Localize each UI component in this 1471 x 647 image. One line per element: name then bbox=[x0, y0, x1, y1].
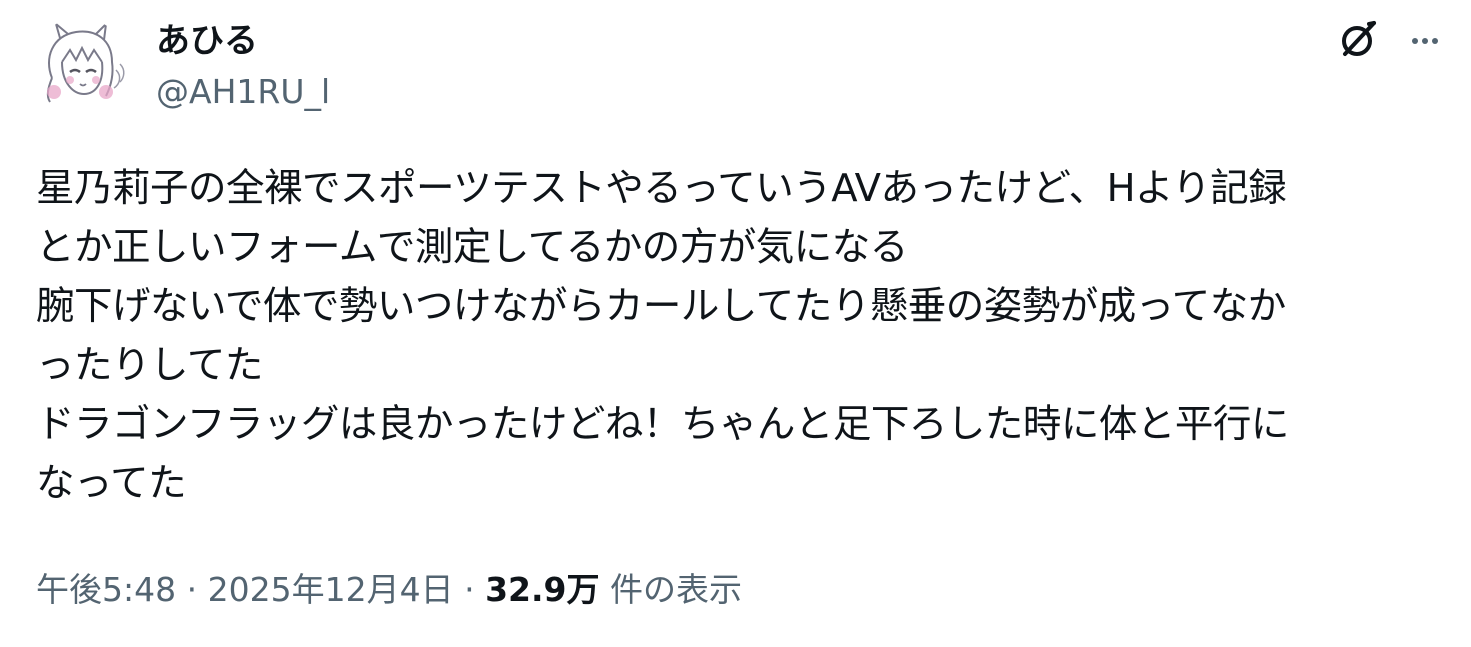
tweet-date[interactable]: 2025年12月4日 bbox=[208, 570, 454, 609]
avatar[interactable] bbox=[30, 18, 130, 118]
views-count: 32.9万 bbox=[485, 570, 600, 609]
more-icon[interactable] bbox=[1402, 18, 1448, 64]
grok-icon-graphic bbox=[1342, 21, 1376, 56]
avatar-illustration bbox=[30, 18, 130, 118]
tweet-card: あひる @AH1RU_l 星乃莉子の全裸でスポーツテストやるっていうAVあったけ… bbox=[0, 0, 1471, 647]
meta-separator-dot: · bbox=[464, 570, 475, 609]
tweet-text-line: 腕下げないで体で勢いつけながらカールしてたり懸垂の姿勢が成ってなか bbox=[36, 284, 1286, 329]
tweet-text: 星乃莉子の全裸でスポーツテストやるっていうAVあったけど、Hより記録 とか正しい… bbox=[36, 159, 1456, 513]
grok-icon[interactable] bbox=[1336, 16, 1382, 62]
author-handle[interactable]: @AH1RU_l bbox=[156, 70, 330, 114]
tweet-meta: 午後5:48 · 2025年12月4日 · 32.9万 件の表示 bbox=[36, 566, 742, 614]
tweet-time[interactable]: 午後5:48 bbox=[36, 570, 176, 609]
tweet-text-line: ドラゴンフラッグは良かったけどね！ちゃんと足下ろした時に体と平行に bbox=[36, 402, 1289, 447]
meta-separator-dot: · bbox=[186, 570, 198, 609]
tweet-text-line: 星乃莉子の全裸でスポーツテストやるっていうAVあったけど、Hより記録 bbox=[36, 166, 1287, 211]
author-display-name[interactable]: あひる bbox=[156, 18, 258, 64]
tweet-text-line: とか正しいフォームで測定してるかの方が気になる bbox=[36, 225, 908, 270]
meta-separator: · bbox=[464, 570, 485, 609]
views-label: 件の表示 bbox=[610, 570, 743, 609]
meta-separator: · bbox=[187, 570, 208, 609]
tweet-text-line: なってた bbox=[36, 461, 187, 506]
more-icon-graphic bbox=[1412, 38, 1438, 44]
tweet-text-line: ったりしてた bbox=[36, 343, 263, 388]
